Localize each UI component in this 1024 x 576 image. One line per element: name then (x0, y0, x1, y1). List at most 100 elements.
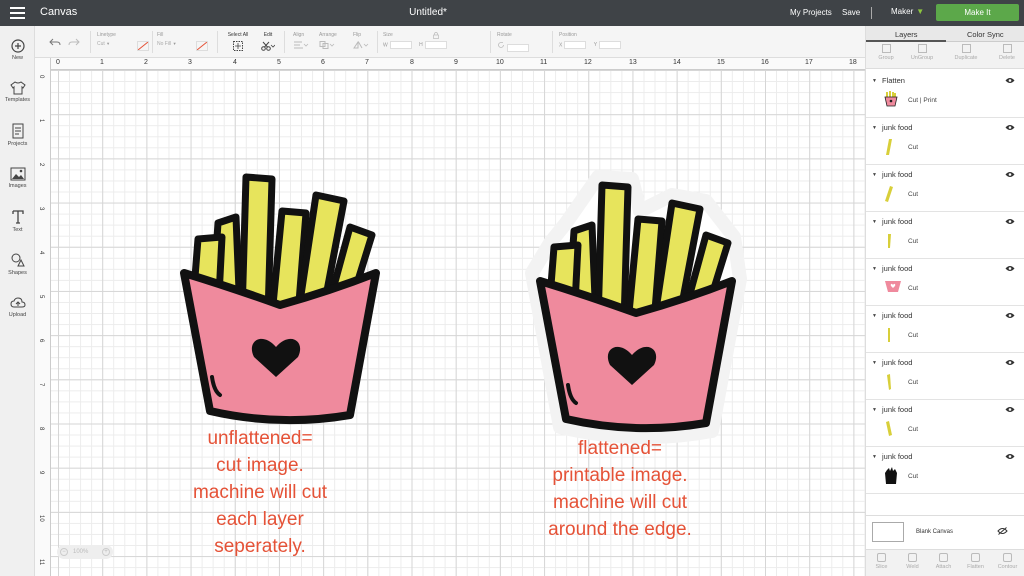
weld-label: Weld (906, 564, 919, 570)
chevron-down-icon: ▼ (916, 7, 925, 16)
weld-button[interactable]: Weld (897, 553, 928, 570)
unflattened-fries[interactable] (184, 177, 376, 420)
blank-canvas-swatch[interactable] (872, 522, 904, 542)
toolbar-divider (490, 31, 491, 53)
sidebar-item-label: Upload (8, 312, 27, 318)
linetype-color-icon[interactable] (137, 41, 149, 51)
fill-control[interactable]: Fill No Fill ▼ (157, 32, 177, 47)
position-x-input[interactable] (564, 41, 587, 49)
layer-row-junk-food[interactable]: ▼ junk food Cut (866, 306, 1024, 353)
delete-button[interactable]: Delete (987, 44, 1024, 61)
layer-operation: Cut (908, 379, 919, 386)
save-link[interactable]: Save (842, 8, 860, 17)
expand-caret-icon[interactable]: ▼ (872, 78, 877, 84)
flatten-label: Flatten (967, 564, 984, 570)
expand-caret-icon[interactable]: ▼ (872, 454, 877, 460)
group-button[interactable]: Group (866, 44, 906, 61)
rotate-input[interactable] (507, 43, 529, 52)
caption-line: unflattened= (207, 428, 313, 449)
select-all-button[interactable]: Select All (225, 32, 251, 53)
ungroup-button[interactable]: UnGroup (902, 44, 942, 61)
eye-icon[interactable] (1005, 77, 1015, 84)
eye-icon[interactable] (1005, 171, 1015, 178)
fries-silhouette-thumbnail-icon (885, 467, 897, 484)
blank-canvas-row[interactable]: Blank Canvas (866, 515, 1024, 549)
slice-icon (877, 553, 886, 562)
expand-caret-icon[interactable]: ▼ (872, 313, 877, 319)
fry-thumbnail-icon (887, 374, 891, 390)
sidebar-item-shapes[interactable]: Shapes (0, 252, 35, 276)
blank-canvas-label: Blank Canvas (916, 529, 954, 535)
layer-name: Flatten (882, 76, 905, 85)
layers-panel: Layers Color Sync Group UnGroup Duplicat… (865, 26, 1024, 576)
sidebar-item-label: Shapes (8, 270, 27, 276)
layer-row-junk-food[interactable]: ▼ junk food Cut (866, 353, 1024, 400)
attach-button[interactable]: Attach (928, 553, 959, 570)
duplicate-button[interactable]: Duplicate (946, 44, 986, 61)
attach-label: Attach (935, 564, 952, 570)
caption-unflattened: unflattened= cut image. machine will cut… (130, 425, 390, 560)
layer-row-junk-food[interactable]: ▼ junk food Cut (866, 447, 1024, 494)
select-all-label: Select All (227, 32, 249, 38)
expand-caret-icon[interactable]: ▼ (872, 172, 877, 178)
zoom-in-button[interactable]: + (102, 548, 110, 556)
flip-control[interactable]: Flip (353, 32, 369, 51)
align-control[interactable]: Align (293, 32, 309, 51)
layer-row-flatten[interactable]: ▼ Flatten Cut | Print (866, 71, 1024, 118)
eye-icon[interactable] (1005, 406, 1015, 413)
sidebar-item-new[interactable]: New (0, 39, 35, 61)
eye-icon[interactable] (1005, 312, 1015, 319)
fill-color-icon[interactable] (196, 41, 208, 51)
my-projects-link[interactable]: My Projects (790, 8, 832, 17)
lock-icon[interactable] (433, 32, 439, 39)
layer-operation: Cut (908, 332, 919, 339)
layer-row-junk-food[interactable]: ▼ junk food Cut (866, 212, 1024, 259)
eye-icon[interactable] (1005, 218, 1015, 225)
position-y-label: Y (593, 42, 598, 49)
position-label: Position (559, 32, 577, 38)
position-control[interactable]: Position X Y (559, 32, 622, 49)
size-width-input[interactable] (389, 41, 412, 49)
sidebar-item-upload[interactable]: Upload (0, 296, 35, 318)
layer-row-junk-food[interactable]: ▼ junk food Cut (866, 118, 1024, 165)
slice-button[interactable]: Slice (866, 553, 897, 570)
expand-caret-icon[interactable]: ▼ (872, 219, 877, 225)
layer-row-junk-food[interactable]: ▼ junk food Cut (866, 400, 1024, 447)
expand-caret-icon[interactable]: ▼ (872, 266, 877, 272)
redo-icon[interactable] (68, 37, 80, 47)
layer-name: junk food (882, 217, 913, 226)
eye-hidden-icon[interactable] (997, 527, 1008, 535)
machine-select[interactable]: Maker ▼ (891, 7, 924, 16)
arrange-control[interactable]: Arrange (319, 32, 337, 51)
make-it-button[interactable]: Make It (936, 4, 1019, 21)
fry-thumbnail-icon (888, 234, 891, 248)
zoom-out-button[interactable]: − (60, 548, 68, 556)
contour-button[interactable]: Contour (992, 553, 1023, 570)
sidebar-item-projects[interactable]: Projects (0, 123, 35, 147)
size-height-input[interactable] (424, 41, 447, 49)
eye-icon[interactable] (1005, 124, 1015, 131)
expand-caret-icon[interactable]: ▼ (872, 407, 877, 413)
flattened-fries[interactable] (525, 170, 747, 445)
layer-row-junk-food[interactable]: ▼ junk food Cut (866, 165, 1024, 212)
sidebar-item-images[interactable]: Images (0, 167, 35, 189)
eye-icon[interactable] (1005, 265, 1015, 272)
design-canvas[interactable]: 0 1 2 3 4 5 6 7 8 9 10 11 12 13 14 15 16… (35, 58, 865, 576)
expand-caret-icon[interactable]: ▼ (872, 360, 877, 366)
caption-line: around the edge. (548, 519, 692, 540)
edit-button[interactable]: Edit (259, 32, 277, 53)
eye-icon[interactable] (1005, 359, 1015, 366)
flatten-button[interactable]: Flatten (960, 553, 991, 570)
position-y-input[interactable] (599, 41, 622, 49)
undo-icon[interactable] (49, 37, 61, 47)
sidebar-item-templates[interactable]: Templates (0, 81, 35, 103)
linetype-control[interactable]: Linetype Cut ▼ (97, 32, 116, 47)
layer-row-junk-food[interactable]: ▼ junk food Cut (866, 259, 1024, 306)
eye-icon[interactable] (1005, 453, 1015, 460)
zoom-control: − 100% + (57, 545, 113, 559)
tab-layers[interactable]: Layers (895, 30, 918, 39)
tab-color-sync[interactable]: Color Sync (967, 30, 1004, 39)
expand-caret-icon[interactable]: ▼ (872, 125, 877, 131)
sidebar-item-text[interactable]: Text (0, 209, 35, 233)
rotate-control[interactable]: Rotate (497, 32, 529, 52)
